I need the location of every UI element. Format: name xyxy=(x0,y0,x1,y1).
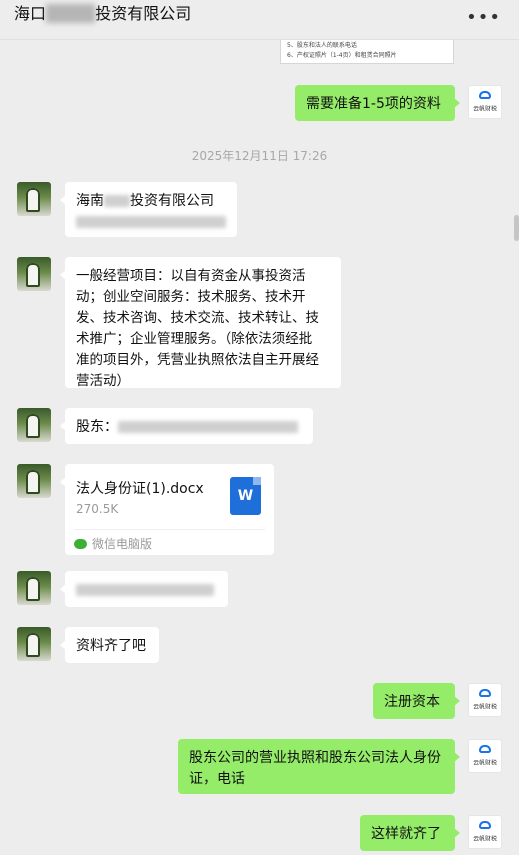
message-bubble-in[interactable]: 海南 投资有限公司 xyxy=(60,182,237,237)
message-text-line: 证，电话 xyxy=(189,771,245,787)
message-bubble-out[interactable]: 这样就齐了 xyxy=(360,815,460,851)
message-text-line: 股东公司的营业执照和股东公司法人身份 xyxy=(189,750,441,766)
message-bubble-out[interactable]: 股东公司的营业执照和股东公司法人身份 证，电话 xyxy=(178,739,460,794)
cloud-logo-icon xyxy=(479,745,491,753)
self-avatar[interactable]: 云帆财税 xyxy=(468,85,502,119)
redacted-line xyxy=(76,212,226,233)
contact-avatar[interactable] xyxy=(17,257,51,291)
redacted-block xyxy=(76,216,226,228)
redacted-block xyxy=(118,421,298,433)
message-bubble-out[interactable]: 注册资本 xyxy=(373,683,460,719)
file-size: 270.5K xyxy=(76,502,119,516)
chat-title-prefix: 海口 xyxy=(14,4,47,23)
message-text-line: 动；创业空间服务：技术服务、技术开 xyxy=(76,289,306,305)
wechat-icon xyxy=(74,539,87,549)
self-avatar[interactable]: 云帆财税 xyxy=(468,683,502,717)
message-bubble-in[interactable] xyxy=(60,571,228,607)
message-text: 股东： xyxy=(76,419,118,435)
self-avatar-text: 云帆财税 xyxy=(473,759,497,767)
message-text-line: 海南 投资有限公司 xyxy=(76,193,214,209)
self-avatar[interactable]: 云帆财税 xyxy=(468,739,502,773)
message-text-line: 术推广；企业管理服务。（除依法须经批 xyxy=(76,331,313,347)
document-image-message[interactable]: 5、股东和法人的联系电话 6、产权证照片（1-4页）和租赁合同照片 xyxy=(280,40,454,64)
message-text: 注册资本 xyxy=(384,694,440,710)
chat-title-suffix: 投资有限公司 xyxy=(95,4,192,23)
contact-avatar[interactable] xyxy=(17,627,51,661)
message-text: 需要准备1-5项的资料 xyxy=(306,96,441,112)
document-line-2: 6、产权证照片（1-4页）和租赁合同照片 xyxy=(287,52,397,59)
message-bubble-in[interactable]: 一般经营项目：以自有资金从事投资活 动；创业空间服务：技术服务、技术开 发、技术… xyxy=(60,257,341,389)
message-text-line: 一般经营项目：以自有资金从事投资活 xyxy=(76,268,306,284)
contact-avatar[interactable] xyxy=(17,182,51,216)
message-text: 这样就齐了 xyxy=(371,826,441,842)
contact-avatar[interactable] xyxy=(17,571,51,605)
self-avatar-text: 云帆财税 xyxy=(473,105,497,113)
cloud-logo-icon xyxy=(479,91,491,99)
chat-header: 海口████投资有限公司 ••• xyxy=(0,0,519,40)
message-timestamp: 2025年12月11日 17:26 xyxy=(191,149,328,163)
self-avatar[interactable]: 云帆财税 xyxy=(468,815,502,849)
message-text-line: 准的项目外，凭营业执照依法自主开展经 xyxy=(76,352,319,368)
more-options-icon[interactable]: ••• xyxy=(466,9,501,27)
document-line-1: 5、股东和法人的联系电话 xyxy=(287,42,357,49)
redacted-block xyxy=(76,584,214,596)
file-source: 微信电脑版 xyxy=(74,529,265,552)
self-avatar-text: 云帆财税 xyxy=(473,703,497,711)
self-avatar-text: 云帆财税 xyxy=(473,835,497,843)
cloud-logo-icon xyxy=(479,689,491,697)
message-bubble-in[interactable]: 资料齐了吧 xyxy=(60,627,159,663)
chat-title: 海口████投资有限公司 xyxy=(14,4,191,24)
file-message-card[interactable]: 法人身份证(1).docx 270.5K W 微信电脑版 xyxy=(60,464,274,555)
message-bubble-out[interactable]: 需要准备1-5项的资料 xyxy=(295,85,460,121)
contact-avatar[interactable] xyxy=(17,464,51,498)
chat-message-area[interactable]: 5、股东和法人的联系电话 6、产权证照片（1-4页）和租赁合同照片 云帆财税 需… xyxy=(0,40,519,855)
file-name: 法人身份证(1).docx xyxy=(76,481,204,497)
contact-avatar[interactable] xyxy=(17,408,51,442)
message-text-line: 发、技术咨询、技术交流、技术转让、技 xyxy=(76,310,319,326)
cloud-logo-icon xyxy=(479,821,491,829)
redacted-block xyxy=(104,195,130,207)
message-text-line: 营活动） xyxy=(76,373,130,389)
chat-title-redacted: ████ xyxy=(46,4,96,23)
message-text: 资料齐了吧 xyxy=(76,638,146,654)
message-bubble-in[interactable]: 股东： xyxy=(60,408,313,444)
word-document-icon: W xyxy=(230,477,261,515)
chat-scrollbar[interactable] xyxy=(514,215,519,241)
